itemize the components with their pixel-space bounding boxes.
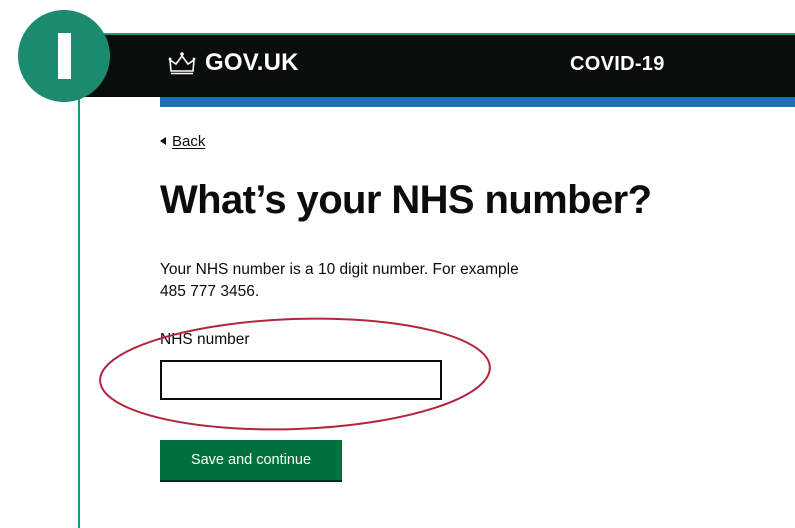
back-link-label: Back — [172, 133, 206, 150]
page-title: What’s your NHS number? — [160, 178, 652, 222]
step-badge — [18, 10, 110, 102]
guide-line — [78, 90, 80, 528]
back-arrow-icon — [160, 137, 166, 145]
site-header: GOV.UK COVID-19 — [78, 33, 795, 97]
crown-icon — [168, 52, 196, 75]
header-accent-bar — [160, 97, 795, 107]
hint-line-2: 485 777 3456. — [160, 283, 260, 300]
step-indicator-glyph — [57, 33, 71, 79]
hint-line-1: Your NHS number is a 10 digit number. Fo… — [160, 261, 519, 278]
service-name[interactable]: COVID-19 — [570, 53, 665, 76]
govuk-logo-link[interactable]: GOV.UK — [168, 49, 299, 77]
highlight-ellipse — [99, 317, 491, 431]
save-and-continue-button[interactable]: Save and continue — [160, 440, 342, 480]
brand-name: GOV.UK — [205, 49, 299, 76]
back-link[interactable]: Back — [160, 133, 205, 150]
hint-text: Your NHS number is a 10 digit number. Fo… — [160, 259, 590, 303]
